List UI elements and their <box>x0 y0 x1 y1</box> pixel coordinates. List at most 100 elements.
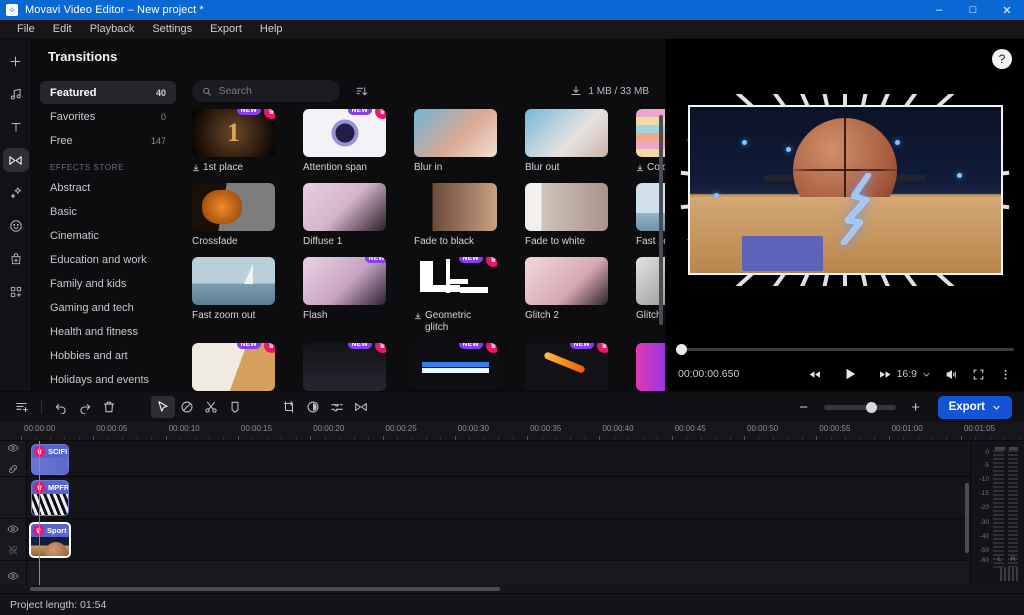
transition-thumbnail[interactable] <box>303 183 386 231</box>
marker-tool-button[interactable] <box>223 396 247 418</box>
rail-item-more-tools[interactable] <box>3 280 29 304</box>
category-abstract[interactable]: Abstract <box>40 176 176 199</box>
category-holidays-and-events[interactable]: Holidays and events <box>40 368 176 391</box>
crop-tool-button[interactable] <box>277 396 301 418</box>
link-icon[interactable] <box>7 463 19 475</box>
transition-thumbnail[interactable]: NEW ♛ <box>303 343 386 391</box>
add-track-button[interactable] <box>10 396 34 418</box>
menu-export[interactable]: Export <box>201 21 251 37</box>
category-hobbies-and-art[interactable]: Hobbies and art <box>40 344 176 367</box>
rail-item-stickers[interactable] <box>3 214 29 238</box>
transition-tile[interactable]: NEW ♛ Attention span <box>303 109 386 174</box>
eye-icon[interactable] <box>7 570 19 582</box>
transition-tile[interactable]: Blur out <box>525 109 608 174</box>
transition-thumbnail[interactable]: NEW ♛ <box>192 343 275 391</box>
timeline-clip[interactable]: ♛ SCIFI <box>31 444 69 475</box>
search-box[interactable] <box>192 80 340 102</box>
menu-help[interactable]: Help <box>251 21 292 37</box>
transition-tile[interactable]: Fade to white <box>525 183 608 248</box>
category-health-and-fitness[interactable]: Health and fitness <box>40 320 176 343</box>
color-adjust-button[interactable] <box>301 396 325 418</box>
preview-scrubber[interactable] <box>676 343 1014 355</box>
undo-button[interactable] <box>49 396 73 418</box>
timeline-clip[interactable]: ♛ MPFR <box>31 480 69 516</box>
playhead[interactable] <box>39 441 40 585</box>
transition-tile[interactable]: NEW Flash <box>303 257 386 334</box>
transition-thumbnail[interactable] <box>525 257 608 305</box>
transition-thumbnail[interactable] <box>192 257 275 305</box>
menu-file[interactable]: File <box>8 21 44 37</box>
timeline-clip[interactable]: ♛ Sport <box>29 522 71 558</box>
rewind-button[interactable] <box>808 368 821 381</box>
transition-thumbnail[interactable] <box>525 183 608 231</box>
select-tool-button[interactable] <box>151 396 175 418</box>
transition-thumbnail[interactable]: NEW ♛ <box>525 343 608 391</box>
transition-thumbnail[interactable] <box>192 183 275 231</box>
menu-settings[interactable]: Settings <box>143 21 201 37</box>
category-education-and-work[interactable]: Education and work <box>40 248 176 271</box>
transition-tile[interactable]: 1 NEW ♛ 1st place <box>192 109 275 174</box>
volume-button[interactable] <box>945 368 958 381</box>
preview-stage[interactable] <box>666 39 1024 341</box>
maximize-button[interactable]: □ <box>956 0 990 20</box>
delete-button[interactable] <box>97 396 121 418</box>
play-button[interactable] <box>843 367 857 381</box>
timeline-vertical-scrollbar[interactable] <box>965 483 969 553</box>
rail-item-audio[interactable] <box>3 82 29 106</box>
audio-levels-button[interactable] <box>325 396 349 418</box>
transition-tile[interactable]: NEW ♛ <box>192 343 275 391</box>
preview-more-button[interactable] <box>999 368 1012 381</box>
rail-item-titles[interactable] <box>3 115 29 139</box>
zoom-out-button[interactable]: − <box>792 396 816 418</box>
transition-tile[interactable]: NEW ♛ Geometric glitch <box>414 257 497 334</box>
category-basic[interactable]: Basic <box>40 200 176 223</box>
category-family-and-kids[interactable]: Family and kids <box>40 272 176 295</box>
transition-tile[interactable]: Crossfade <box>192 183 275 248</box>
rail-item-import-media[interactable] <box>3 49 29 73</box>
fullscreen-button[interactable] <box>972 368 985 381</box>
transition-tile[interactable]: Fade to black <box>414 183 497 248</box>
forward-button[interactable] <box>879 368 892 381</box>
eye-icon[interactable] <box>7 523 19 535</box>
category-gaming-and-tech[interactable]: Gaming and tech <box>40 296 176 319</box>
transition-thumbnail[interactable]: NEW <box>303 257 386 305</box>
category-free[interactable]: Free 147 <box>40 129 176 152</box>
help-icon[interactable]: ? <box>992 49 1012 69</box>
slip-tool-button[interactable] <box>175 396 199 418</box>
rail-item-effects-store[interactable] <box>3 247 29 271</box>
timeline-ruler[interactable]: 00:00:00 00:00:05 00:00:10 00:00:15 00:00:20… <box>0 422 1024 441</box>
speaker-icon[interactable] <box>1000 567 1018 581</box>
transition-thumbnail[interactable]: NEW ♛ <box>636 343 665 391</box>
transition-tile[interactable]: NEW ♛ <box>525 343 608 391</box>
transition-tile[interactable]: NEW ♛ <box>303 343 386 391</box>
close-button[interactable]: ✕ <box>990 0 1024 20</box>
link-off-icon[interactable] <box>7 544 19 556</box>
transition-thumbnail[interactable]: NEW ♛ <box>303 109 386 157</box>
minimize-button[interactable]: – <box>922 0 956 20</box>
transition-thumbnail[interactable] <box>414 183 497 231</box>
timeline-horizontal-scrollbar[interactable] <box>30 587 500 591</box>
sort-button[interactable] <box>350 80 372 102</box>
menu-edit[interactable]: Edit <box>44 21 81 37</box>
menu-playback[interactable]: Playback <box>81 21 144 37</box>
zoom-in-button[interactable]: + <box>904 396 928 418</box>
track-row[interactable]: ♛ MPFR <box>0 477 970 519</box>
category-featured[interactable]: Featured 40 <box>40 81 176 104</box>
transition-tile[interactable]: NEW ♛ <box>414 343 497 391</box>
timeline-zoom-slider[interactable] <box>823 401 896 413</box>
category-favorites[interactable]: Favorites 0 <box>40 105 176 128</box>
rail-item-filters[interactable] <box>3 181 29 205</box>
zoom-slider-handle[interactable] <box>865 401 877 413</box>
transition-tool-button[interactable] <box>349 396 373 418</box>
track-row[interactable] <box>0 561 970 585</box>
transition-tile[interactable]: Blur in <box>414 109 497 174</box>
transition-thumbnail[interactable]: 1 NEW ♛ <box>192 109 275 157</box>
transition-tile[interactable]: NEW ♛ <box>636 343 665 391</box>
rail-item-transitions[interactable] <box>2 148 29 172</box>
library-scrollbar[interactable] <box>659 115 663 325</box>
eye-icon[interactable] <box>7 442 19 454</box>
track-row[interactable]: ♛ SCIFI <box>0 441 970 477</box>
transition-thumbnail[interactable] <box>414 109 497 157</box>
transition-tile[interactable]: Fast zoom out <box>192 257 275 334</box>
scrubber-handle[interactable] <box>676 343 687 355</box>
